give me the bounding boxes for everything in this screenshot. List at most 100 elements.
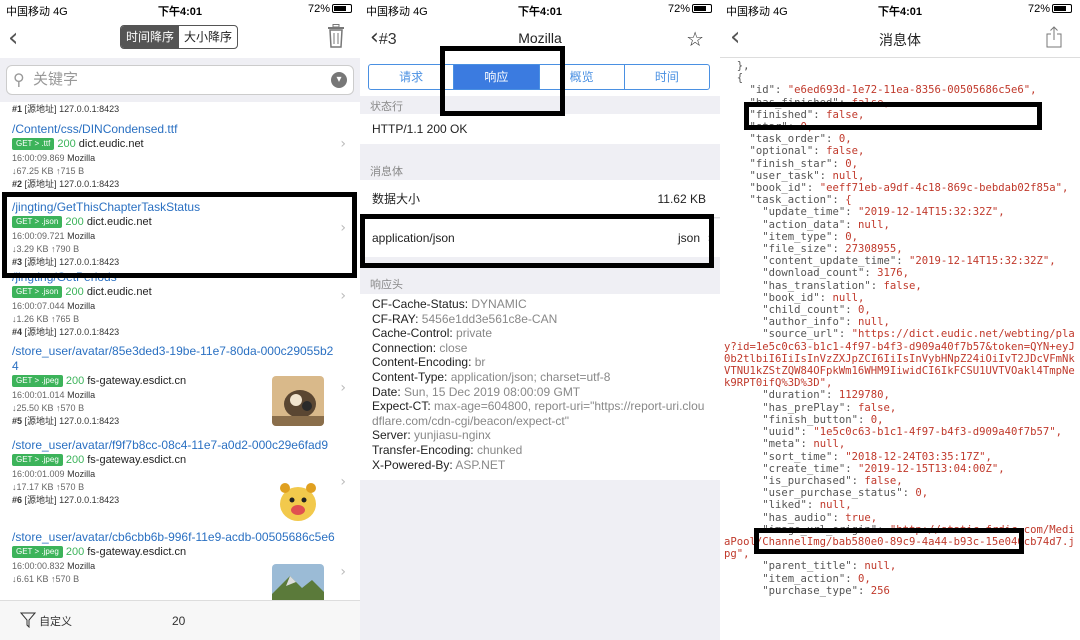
data-size-row: 数据大小 11.62 KB: [360, 180, 720, 218]
method-badge: GET > .jpeg: [12, 546, 63, 558]
detail-tabs: 请求 响应 概览 时间: [368, 64, 710, 90]
header-row: Content-Encoding: br: [372, 355, 486, 370]
back-chevron-icon[interactable]: ‹: [8, 24, 18, 52]
request-path: /jingting/GetPeriods: [12, 270, 117, 284]
source-line: #1 [源地址] 127.0.0.1:8423: [12, 104, 120, 114]
list-navbar: ‹ 时间降序 大小降序: [0, 20, 360, 58]
share-icon[interactable]: [1046, 26, 1062, 48]
request-path: /store_user/avatar/f9f7b8cc-08c4-11e7-a0…: [12, 438, 328, 452]
list-item[interactable]: /jingting/GetThisChapterTaskStatus GET >…: [0, 184, 360, 268]
status-bar: 中国移动 4G 下午4:01 72%: [360, 0, 720, 20]
message-body-screen: 中国移动 4G 下午4:01 72% ‹ 消息体 }, { "id": "e6e…: [720, 0, 1080, 640]
search-input[interactable]: ⚲ 关键字 ▾: [6, 65, 354, 95]
json-line: "has_prePlay": false,: [724, 401, 897, 414]
request-path: /jingting/GetThisChapterTaskStatus: [12, 200, 201, 214]
method-badge: GET > .jpeg: [12, 454, 63, 466]
json-line: "download_count": 3176,: [724, 267, 909, 280]
json-line: "create_time": "2019-12-15T13:04:00Z",: [724, 462, 1005, 475]
header-row: Connection: close: [372, 340, 468, 355]
json-line: "finish_star": 0,: [724, 157, 858, 170]
request-path: /store_user/avatar/85e3ded3-19be-11e7-80…: [12, 344, 334, 373]
json-line: "child_count": 0,: [724, 304, 871, 317]
json-line: "book_id": "eeff71eb-a9df-4c18-869c-bebd…: [724, 182, 1069, 195]
list-item[interactable]: /Content/css/DINCondensed.ttf GET > .ttf…: [0, 116, 360, 189]
request-list-screen: 中国移动 4G 下午4:01 72% ‹ 时间降序 大小降序 ⚲ 关键字 ▾ #…: [0, 0, 360, 640]
tab-timing[interactable]: 时间: [625, 65, 709, 89]
json-line: "book_id": null,: [724, 291, 865, 304]
json-line: "author_info": null,: [724, 316, 890, 329]
method-badge: GET > .ttf: [12, 138, 55, 150]
list-item[interactable]: /store_user/avatar/85e3ded3-19be-11e7-80…: [0, 340, 360, 436]
json-line: "update_time": "2019-12-14T15:32:32Z",: [724, 206, 1005, 219]
json-line: "purchase_type": 256: [724, 584, 890, 597]
header-row: Expect-CT: max-age=604800, report-uri="h…: [372, 399, 705, 428]
list-item[interactable]: /jingting/GetPeriods GET > .json 200 dic…: [0, 268, 360, 340]
json-line: "parent_title": null,: [724, 560, 897, 573]
json-line: "task_action": {: [724, 194, 852, 207]
header-row: Server: yunjiasu-nginx: [372, 428, 491, 443]
chevron-right-icon: ›: [707, 231, 712, 245]
header-row: X-Powered-By: ASP.NET: [372, 457, 506, 472]
tab-response[interactable]: 响应: [454, 65, 540, 89]
battery-icon: [332, 4, 352, 13]
chevron-down-icon[interactable]: ▾: [331, 72, 347, 88]
header-row: Date: Sun, 15 Dec 2019 08:00:09 GMT: [372, 384, 581, 399]
json-line: "user_purchase_status": 0,: [724, 487, 929, 500]
json-line: "star": 0,: [724, 121, 814, 134]
headers-section-header: 响应头: [370, 279, 403, 291]
json-line: "has_audio": true,: [724, 511, 878, 524]
json-line: "finished": false,: [724, 108, 865, 121]
json-line: "action_data": null,: [724, 218, 890, 231]
page-title: 消息体: [879, 32, 921, 48]
header-row: CF-RAY: 5456e1dd3e561c8e-CAN: [372, 311, 558, 326]
json-line: "optional": false,: [724, 145, 865, 158]
method-badge: GET > .jpeg: [12, 375, 63, 387]
json-line: "uuid": "1e5c0c63-b1c1-4f97-b4f3-d909a40…: [724, 426, 1063, 439]
request-count: 20: [172, 614, 186, 628]
sort-tab-size[interactable]: 大小降序: [179, 26, 237, 48]
sort-tab-time[interactable]: 时间降序: [121, 26, 180, 48]
header-row: Content-Type: application/json; charset=…: [372, 369, 611, 384]
status-bar: 中国移动 4G 下午4:01 72%: [0, 0, 360, 20]
sort-segmented-control[interactable]: 时间降序 大小降序: [120, 25, 239, 49]
tab-overview[interactable]: 概览: [540, 65, 625, 89]
star-icon[interactable]: ☆: [686, 27, 704, 52]
response-headers: CF-Cache-Status: DYNAMIC CF-RAY: 5456e1d…: [360, 294, 720, 480]
trash-icon[interactable]: [326, 24, 346, 48]
content-type-row[interactable]: application/json json ›: [360, 219, 720, 257]
data-size-value: 11.62 KB: [657, 192, 706, 206]
chevron-right-icon: ›: [340, 220, 346, 236]
battery-icon: [1052, 4, 1072, 13]
json-line: "has_finished": false,: [724, 96, 890, 109]
json-line: "sort_time": "2018-12-24T03:35:17Z",: [724, 450, 992, 463]
list-item[interactable]: /store_user/avatar/cb6cbb6b-996f-11e9-ac…: [0, 528, 360, 614]
list-item[interactable]: /store_user/avatar/f9f7b8cc-08c4-11e7-a0…: [0, 436, 360, 528]
json-line: "image_url_origin": "http://static.frdic…: [724, 523, 1075, 561]
json-line: "user_task": null,: [724, 169, 865, 182]
json-line: "finish_button": 0,: [724, 413, 884, 426]
page-title: Mozilla: [518, 30, 562, 46]
json-line: "meta": null,: [724, 438, 846, 451]
tab-request[interactable]: 请求: [369, 65, 455, 89]
json-line: "item_action": 0,: [724, 572, 871, 585]
request-path: /store_user/avatar/cb6cbb6b-996f-11e9-ac…: [12, 530, 335, 544]
json-line: "duration": 1129780,: [724, 389, 890, 402]
battery-icon: [692, 4, 712, 13]
status-bar: 中国移动 4G 下午4:01 72%: [720, 0, 1080, 20]
bottom-toolbar: 自定义 20: [0, 600, 360, 640]
chevron-right-icon: ›: [340, 474, 346, 490]
header-row: CF-Cache-Status: DYNAMIC: [372, 297, 527, 311]
json-line: "liked": null,: [724, 499, 852, 512]
json-line: },: [724, 60, 750, 72]
chevron-right-icon: ›: [340, 380, 346, 396]
status-line: HTTP/1.1 200 OK: [360, 114, 720, 144]
search-bar: ⚲ 关键字 ▾: [0, 58, 360, 102]
json-line: "id": "e6ed693d-1e72-11ea-8356-00505686c…: [724, 84, 1037, 97]
request-detail-screen: 中国移动 4G 下午4:01 72% ‹#3 Mozilla ☆ 请求 响应 概…: [360, 0, 720, 640]
chevron-right-icon: ›: [340, 136, 346, 152]
json-line: "task_order": 0,: [724, 133, 852, 146]
chevron-right-icon: ›: [340, 564, 346, 580]
custom-filter-button[interactable]: 自定义: [19, 612, 72, 629]
avatar-thumbnail: [272, 376, 324, 426]
filter-icon: [19, 612, 37, 629]
